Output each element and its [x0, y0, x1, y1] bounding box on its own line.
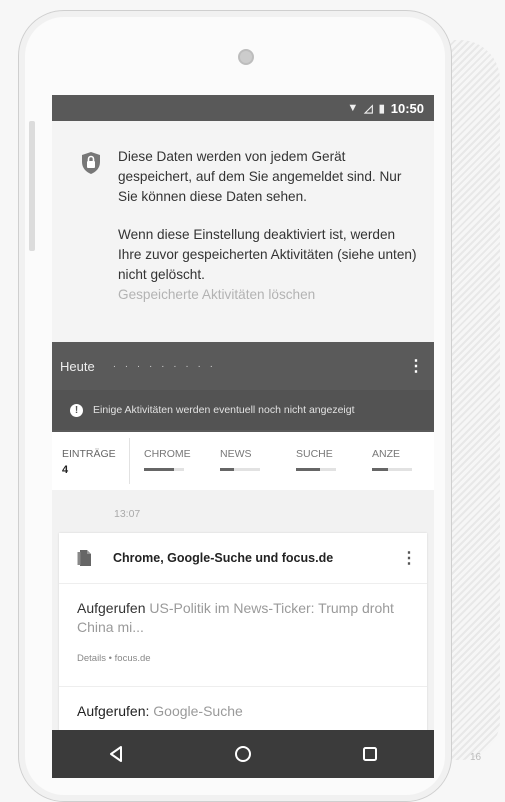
filter-tabs: EINTRÄGE 4 CHROME NEWS SUCHE ANZE — [52, 432, 434, 490]
tab-bar — [296, 468, 336, 471]
today-row: Heute · · · · · · · · · ⋮ — [52, 342, 434, 390]
entries-count: EINTRÄGE 4 — [52, 438, 130, 484]
activity-entry[interactable]: Aufgerufen: Google-Suche — [59, 687, 427, 719]
document-icon — [77, 550, 91, 566]
back-button[interactable] — [96, 734, 136, 774]
lock-shield-icon — [82, 152, 100, 174]
page-number: 16 — [470, 752, 482, 763]
recents-button[interactable] — [350, 734, 390, 774]
tab-label: SUCHE — [296, 448, 333, 460]
info-icon: ! — [70, 403, 83, 417]
entries-label: EINTRÄGE — [62, 448, 116, 460]
phone-screen: ▼ ◿ ▮ 10:50 Diese Daten werden von jedem… — [52, 95, 434, 778]
info-panel: Diese Daten werden von jedem Gerät gespe… — [52, 121, 434, 342]
side-button — [29, 121, 35, 251]
activity-card[interactable]: Chrome, Google-Suche und focus.de ⋮ Aufg… — [59, 533, 427, 733]
more-options-icon[interactable]: ⋮ — [408, 356, 424, 376]
notice-text: Einige Aktivitäten werden eventuell noch… — [93, 404, 355, 416]
status-time: 10:50 — [390, 100, 424, 116]
battery-icon: ▮ — [378, 102, 385, 115]
activity-card-title: Chrome, Google-Suche und focus.de — [113, 551, 334, 565]
tab-bar — [372, 468, 412, 471]
notice-row: ! Einige Aktivitäten werden eventuell no… — [52, 390, 434, 430]
date-range-redacted: · · · · · · · · · — [112, 360, 216, 372]
tab-label: NEWS — [220, 448, 252, 460]
entry-meta[interactable]: Details • focus.de — [77, 649, 409, 668]
info-paragraph-2: Wenn diese Einstellung deaktiviert ist, … — [118, 227, 417, 282]
tab-label: CHROME — [144, 448, 191, 460]
entry-prefix: Aufgerufen: — [77, 703, 150, 719]
home-icon — [234, 746, 251, 762]
entry-title[interactable]: Google-Suche — [153, 703, 243, 719]
timeline: 13:07 Chrome, Google-Suche und focus.de … — [52, 490, 434, 733]
today-label: Heute — [60, 358, 95, 374]
timeline-time: 13:07 — [114, 508, 141, 520]
tab-anzeigen[interactable]: ANZE — [358, 432, 434, 490]
navigation-bar — [52, 730, 434, 778]
phone-frame: ▼ ◿ ▮ 10:50 Diese Daten werden von jedem… — [18, 10, 452, 802]
delete-activity-link[interactable]: Gespeicherte Aktivitäten löschen — [118, 285, 420, 305]
activity-header-card: Heute · · · · · · · · · ⋮ ! Einige Aktiv… — [52, 342, 434, 432]
info-paragraph-1: Diese Daten werden von jedem Gerät gespe… — [118, 149, 402, 204]
tab-label: ANZE — [372, 448, 401, 460]
tab-news[interactable]: NEWS — [206, 432, 282, 490]
activity-card-header: Chrome, Google-Suche und focus.de ⋮ — [59, 533, 427, 584]
tab-chrome[interactable]: CHROME — [130, 432, 206, 490]
signal-icon: ◿ — [364, 102, 373, 115]
home-button[interactable] — [223, 734, 263, 774]
tab-bar — [144, 468, 184, 471]
more-options-icon[interactable]: ⋮ — [401, 548, 417, 568]
entries-value: 4 — [62, 464, 69, 476]
wifi-icon: ▼ — [347, 102, 359, 114]
back-icon — [109, 746, 122, 762]
status-bar: ▼ ◿ ▮ 10:50 — [52, 95, 434, 121]
tab-bar — [220, 468, 260, 471]
recents-icon — [363, 747, 378, 761]
tab-suche[interactable]: SUCHE — [282, 432, 358, 490]
activity-entry[interactable]: Aufgerufen US-Politik im News-Ticker: Tr… — [59, 584, 427, 687]
entry-prefix: Aufgerufen — [77, 600, 146, 616]
front-camera — [238, 49, 254, 65]
